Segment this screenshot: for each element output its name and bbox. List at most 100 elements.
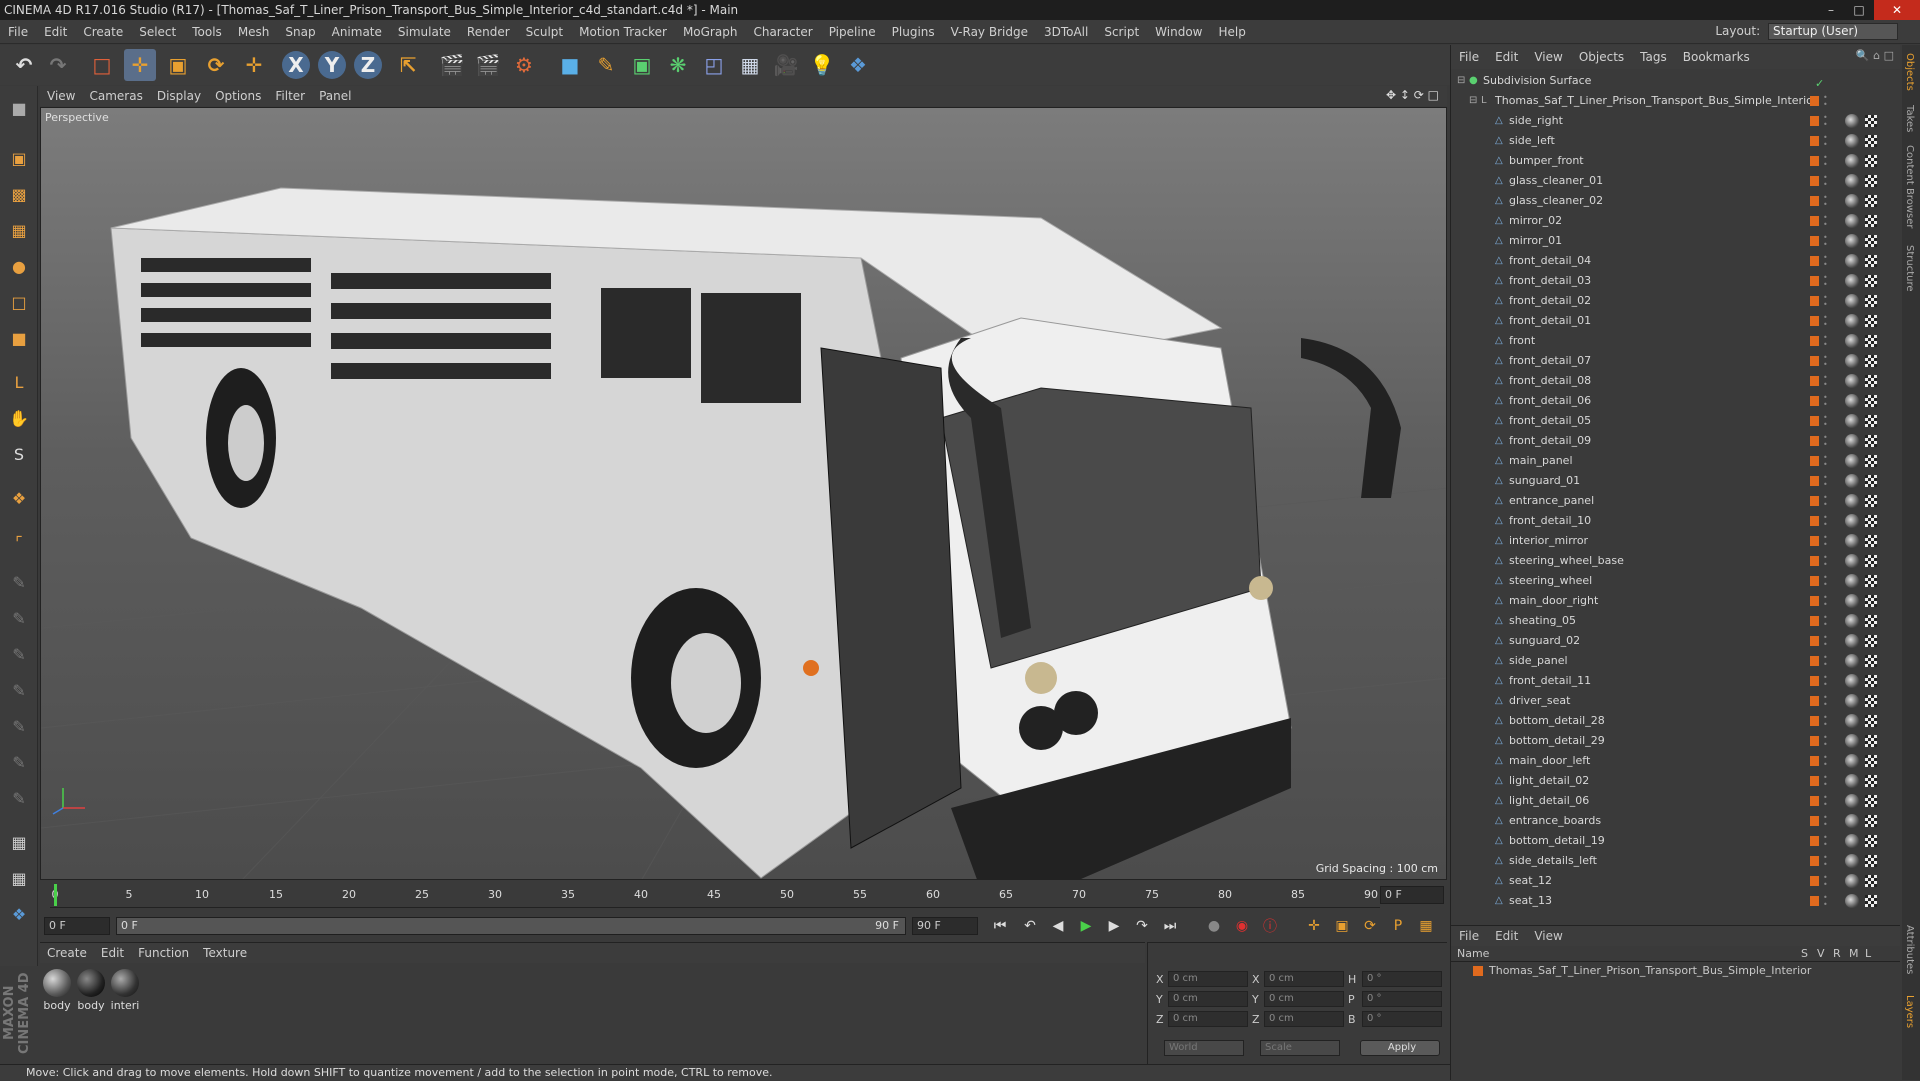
visibility-dots[interactable]: • • <box>1823 194 1829 209</box>
minimize-icon[interactable]: – <box>1818 0 1844 20</box>
layer-menu-view[interactable]: View <box>1526 926 1570 946</box>
texture-tag-icon[interactable] <box>1865 535 1877 547</box>
material-tag-icon[interactable] <box>1845 674 1859 688</box>
move-tool-icon[interactable]: ✛ <box>124 49 156 81</box>
menu-mograph[interactable]: MoGraph <box>675 20 746 44</box>
visibility-dots[interactable]: • • <box>1823 274 1829 289</box>
tree-row-object[interactable]: △ interior_mirror • • <box>1455 531 1895 551</box>
go-to-end-icon[interactable]: ⏭ <box>1158 915 1182 937</box>
texture-tag-icon[interactable] <box>1865 755 1877 767</box>
tree-row-object[interactable]: △ side_right • • <box>1455 111 1895 131</box>
menu-animate[interactable]: Animate <box>324 20 390 44</box>
recent-tools-icon[interactable]: ✛ <box>238 49 270 81</box>
material-tag-icon[interactable] <box>1845 274 1859 288</box>
obj-menu-objects[interactable]: Objects <box>1571 45 1632 69</box>
size-y-field[interactable]: 0 cm <box>1264 991 1344 1007</box>
smooth-brush-icon[interactable]: ✎ <box>3 638 35 670</box>
flatten-brush-icon[interactable]: ✎ <box>3 674 35 706</box>
key-rotation-icon[interactable]: ⟳ <box>1358 915 1382 937</box>
menu-snap[interactable]: Snap <box>277 20 323 44</box>
rotation-b-field[interactable]: 0 ° <box>1362 1011 1442 1027</box>
layer-color-tag[interactable] <box>1810 576 1819 586</box>
texture-tag-icon[interactable] <box>1865 215 1877 227</box>
texture-tag-icon[interactable] <box>1865 455 1877 467</box>
search-icon[interactable]: 🔍 ⌂ □ <box>1856 49 1894 62</box>
visibility-dots[interactable]: • • <box>1823 794 1829 809</box>
material-tag-icon[interactable] <box>1845 134 1859 148</box>
next-key-icon[interactable]: ↷ <box>1130 915 1154 937</box>
tree-row-object[interactable]: △ glass_cleaner_02 • • <box>1455 191 1895 211</box>
layer-color-tag[interactable] <box>1810 676 1819 686</box>
tree-row-subdivision[interactable]: ⊟ ● Subdivision Surface ✓ <box>1455 71 1895 91</box>
axis-mode-icon[interactable]: L <box>3 366 35 398</box>
texture-tag-icon[interactable] <box>1865 295 1877 307</box>
tree-row-object[interactable]: △ sheating_05 • • <box>1455 611 1895 631</box>
texture-tag-icon[interactable] <box>1865 815 1877 827</box>
menu-sculpt[interactable]: Sculpt <box>518 20 571 44</box>
layer-color-tag[interactable] <box>1810 636 1819 646</box>
obj-menu-bookmarks[interactable]: Bookmarks <box>1675 45 1758 69</box>
tree-row-object[interactable]: △ front_detail_03 • • <box>1455 271 1895 291</box>
material-tag-icon[interactable] <box>1845 174 1859 188</box>
autokeying-icon[interactable]: ◉ <box>1230 915 1254 937</box>
play-icon[interactable]: ▶ <box>1074 915 1098 937</box>
texture-tag-icon[interactable] <box>1865 315 1877 327</box>
tweak-mode-icon[interactable]: ✋ <box>3 402 35 434</box>
preview-range-slider[interactable]: 0 F 90 F <box>116 917 906 935</box>
material-tag-icon[interactable] <box>1845 814 1859 828</box>
live-selection-icon[interactable]: □ <box>86 49 118 81</box>
layer-color-tag[interactable] <box>1810 456 1819 466</box>
texture-tag-icon[interactable] <box>1865 415 1877 427</box>
layer-color-tag[interactable] <box>1810 116 1819 126</box>
material-tag-icon[interactable] <box>1845 774 1859 788</box>
menu-render[interactable]: Render <box>459 20 518 44</box>
layer-color-tag[interactable] <box>1810 436 1819 446</box>
tree-row-object[interactable]: △ side_details_left • • <box>1455 851 1895 871</box>
tree-row-object[interactable]: △ light_detail_02 • • <box>1455 771 1895 791</box>
vp-menu-panel[interactable]: Panel <box>312 86 358 106</box>
menu-file[interactable]: File <box>0 20 36 44</box>
visibility-dots[interactable]: • • <box>1823 554 1829 569</box>
obj-menu-tags[interactable]: Tags <box>1632 45 1675 69</box>
render-picture-viewer-icon[interactable]: 🎬 <box>472 49 504 81</box>
coordinate-system-icon[interactable]: ⇱ <box>392 49 424 81</box>
position-x-field[interactable]: 0 cm <box>1168 971 1248 987</box>
scale-tool-icon[interactable]: ▣ <box>162 49 194 81</box>
mat-menu-texture[interactable]: Texture <box>196 943 254 963</box>
layer-color-tag[interactable] <box>1810 556 1819 566</box>
tree-row-object[interactable]: △ front • • <box>1455 331 1895 351</box>
menu-script[interactable]: Script <box>1096 20 1147 44</box>
texture-tag-icon[interactable] <box>1865 515 1877 527</box>
menu-help[interactable]: Help <box>1210 20 1253 44</box>
menu-pipeline[interactable]: Pipeline <box>821 20 884 44</box>
visibility-dots[interactable]: • • <box>1823 514 1829 529</box>
subdivision-icon[interactable]: ▣ <box>626 49 658 81</box>
tree-row-object[interactable]: △ front_detail_02 • • <box>1455 291 1895 311</box>
layer-color-tag[interactable] <box>1810 316 1819 326</box>
layer-color-tag[interactable] <box>1810 696 1819 706</box>
current-frame-field[interactable]: 0 F <box>1380 886 1444 904</box>
sculpt-brush-icon[interactable]: ✎ <box>3 566 35 598</box>
y-axis-lock-icon[interactable]: Y <box>318 51 346 79</box>
menu-motion-tracker[interactable]: Motion Tracker <box>571 20 675 44</box>
visibility-dots[interactable]: • • <box>1823 314 1829 329</box>
texture-tag-icon[interactable] <box>1865 475 1877 487</box>
pen-spline-icon[interactable]: ✎ <box>590 49 622 81</box>
material-tag-icon[interactable] <box>1845 754 1859 768</box>
tree-row-object[interactable]: △ main_panel • • <box>1455 451 1895 471</box>
menu-vray-bridge[interactable]: V-Ray Bridge <box>943 20 1036 44</box>
material-tag-icon[interactable] <box>1845 574 1859 588</box>
menu-select[interactable]: Select <box>131 20 184 44</box>
visibility-dots[interactable]: • • <box>1823 154 1829 169</box>
material-tag-icon[interactable] <box>1845 494 1859 508</box>
menu-3dtoall[interactable]: 3DToAll <box>1036 20 1096 44</box>
layer-color-tag[interactable] <box>1810 376 1819 386</box>
material-tag-icon[interactable] <box>1845 354 1859 368</box>
close-icon[interactable]: ✕ <box>1874 0 1920 20</box>
light-icon[interactable]: 💡 <box>806 49 838 81</box>
material-tag-icon[interactable] <box>1845 714 1859 728</box>
size-x-field[interactable]: 0 cm <box>1264 971 1344 987</box>
end-frame-field[interactable]: 90 F <box>912 917 978 935</box>
visibility-dots[interactable]: • • <box>1823 234 1829 249</box>
visibility-dots[interactable]: • • <box>1823 174 1829 189</box>
